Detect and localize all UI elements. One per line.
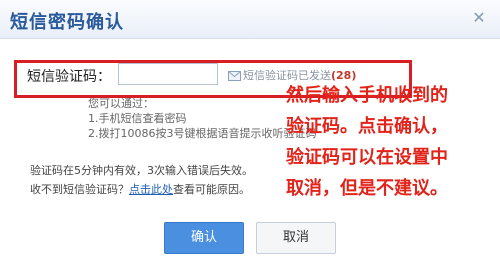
hint-line: 2.拨打10086按3号键根据语音提示收听验证码 [88, 127, 317, 140]
annotation-note: 然后输入手机收到的 验证码。点击确认， 验证码可以在设置中 取消，但是不建议。 [286, 80, 496, 204]
annotation-line: 验证码。点击确认， [286, 116, 448, 137]
hint-block: 您可以通过： 1.手机短信查看密码 2.拨打10086按3号键根据语音提示收听验… [88, 96, 317, 141]
cancel-button[interactable]: 取消 [256, 222, 336, 254]
dialog-title: 短信密码确认 [10, 12, 124, 33]
no-code-prefix: 收不到短信验证码？ [30, 183, 129, 196]
no-code-help: 收不到短信验证码？点击此处查看可能原因。 [30, 181, 250, 197]
annotation-line: 然后输入手机收到的 [286, 85, 448, 106]
dialog-titlebar: 短信密码确认 ✕ [0, 0, 500, 39]
close-icon[interactable]: ✕ [470, 9, 488, 27]
validity-text: 验证码在5分钟内有效，3次输入错误后失效。 [30, 164, 253, 177]
confirm-button[interactable]: 确认 [164, 222, 244, 254]
annotation-line: 取消，但是不建议。 [286, 178, 448, 199]
click-here-link[interactable]: 点击此处 [129, 183, 173, 196]
annotation-line: 验证码可以在设置中 [286, 147, 448, 168]
no-code-suffix: 查看可能原因。 [173, 183, 250, 196]
hint-line: 您可以通过： [88, 97, 154, 110]
sms-confirm-dialog: 短信密码确认 ✕ 短信验证码： 短信验证码已发送(28) 您可以通过： 1.手机… [0, 0, 500, 280]
hint-line: 1.手机短信查看密码 [88, 112, 187, 125]
